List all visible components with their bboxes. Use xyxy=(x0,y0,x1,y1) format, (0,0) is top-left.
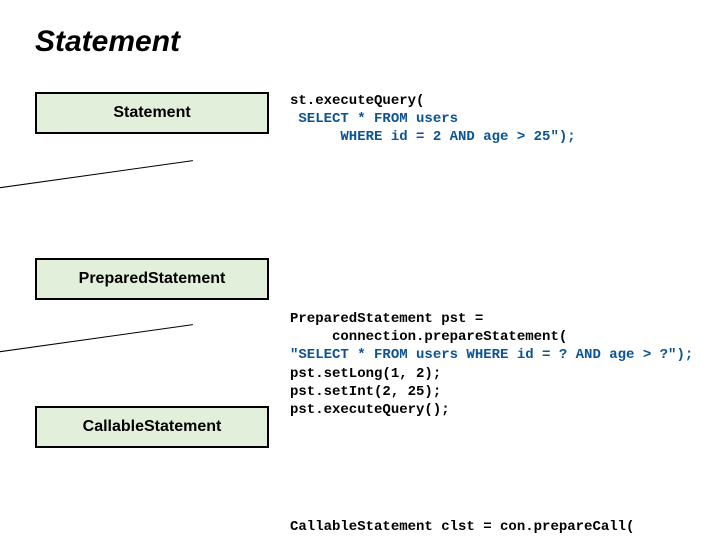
code-line-sql: WHERE id = 2 AND age > 25"); xyxy=(290,129,576,145)
code-line: PreparedStatement pst = xyxy=(290,311,483,327)
box-callable-label: CallableStatement xyxy=(83,418,222,436)
code-line: st.executeQuery( xyxy=(290,93,424,109)
box-statement-label: Statement xyxy=(113,104,190,122)
code-line: pst.setLong(1, 2); xyxy=(290,366,441,382)
code-line-sql: "SELECT * FROM users WHERE id = ? AND ag… xyxy=(290,347,693,363)
box-statement: Statement xyxy=(35,92,269,134)
code-line: connection.prepareStatement( xyxy=(290,329,567,345)
box-prepared-label: PreparedStatement xyxy=(79,270,226,288)
code-statement: st.executeQuery( SELECT * FROM users WHE… xyxy=(290,92,576,147)
code-line-sql: SELECT * FROM users xyxy=(290,111,458,127)
code-line: CallableStatement clst = con.prepareCall… xyxy=(290,519,634,535)
box-prepared-statement: PreparedStatement xyxy=(35,258,269,300)
code-line: pst.setInt(2, 25); xyxy=(290,384,441,400)
connector-line xyxy=(0,324,193,355)
connector-line xyxy=(0,160,193,191)
code-callable: CallableStatement clst = con.prepareCall… xyxy=(290,518,634,536)
code-prepared: PreparedStatement pst = connection.prepa… xyxy=(290,310,693,419)
code-line: pst.executeQuery(); xyxy=(290,402,450,418)
box-callable-statement: CallableStatement xyxy=(35,406,269,448)
slide-title: Statement xyxy=(35,25,180,59)
